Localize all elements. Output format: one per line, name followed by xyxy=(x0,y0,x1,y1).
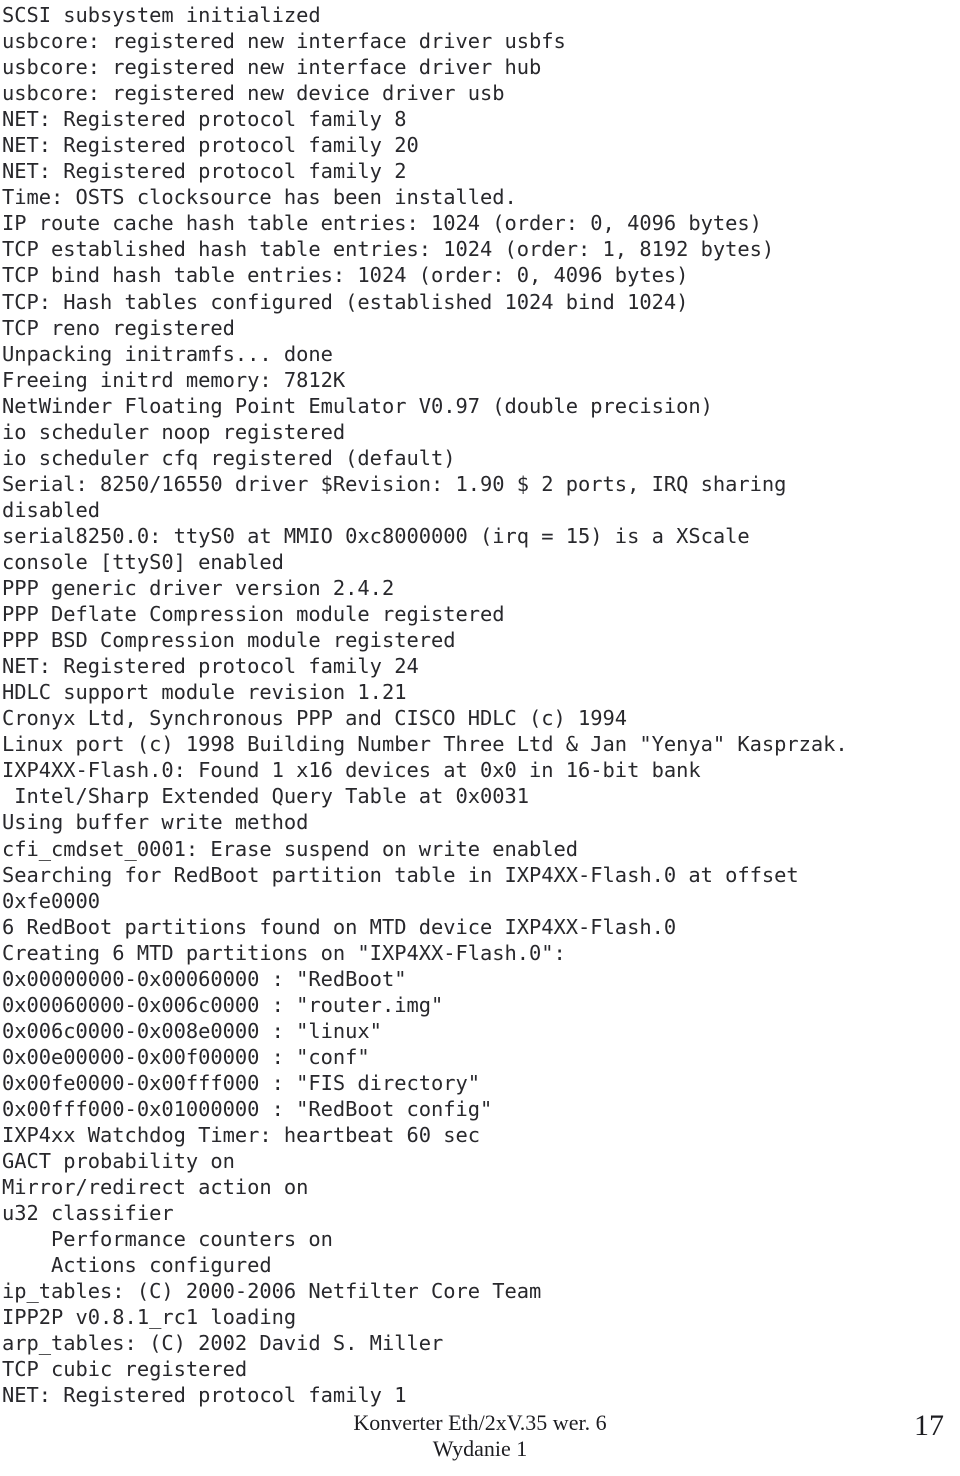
console-log-line: HDLC support module revision 1.21 xyxy=(2,680,407,705)
console-log-line: GACT probability on xyxy=(2,1149,235,1174)
console-log-line: io scheduler noop registered xyxy=(2,419,346,444)
console-log-line: TCP: Hash tables configured (established… xyxy=(2,289,689,314)
console-log-line: Creating 6 MTD partitions on "IXP4XX-Fla… xyxy=(2,940,566,965)
footer-document-title: Konverter Eth/2xV.35 wer. 6 Wydanie 1 xyxy=(0,1410,960,1462)
console-log-line: PPP BSD Compression module registered xyxy=(2,628,456,653)
console-log-line: Unpacking initramfs... done xyxy=(2,341,333,366)
console-log-line: NET: Registered protocol family 24 xyxy=(2,654,419,679)
console-log-line: 0x00fff000-0x01000000 : "RedBoot config" xyxy=(2,1096,493,1121)
console-log-line: NET: Registered protocol family 20 xyxy=(2,133,419,158)
page-footer: Konverter Eth/2xV.35 wer. 6 Wydanie 1 17 xyxy=(0,1396,960,1476)
console-log-line: TCP bind hash table entries: 1024 (order… xyxy=(2,263,689,288)
console-log-line: u32 classifier xyxy=(2,1201,174,1226)
console-log-line: usbcore: registered new interface driver… xyxy=(2,29,566,54)
console-log-line: Linux port (c) 1998 Building Number Thre… xyxy=(2,732,848,757)
console-log-line: Performance counters on xyxy=(2,1227,333,1252)
console-log-line: Freeing initrd memory: 7812K xyxy=(2,367,346,392)
console-log-line: io scheduler cfq registered (default) xyxy=(2,445,456,470)
console-log-line: 0xfe0000 xyxy=(2,888,101,913)
console-log-line: 6 RedBoot partitions found on MTD device… xyxy=(2,914,677,939)
console-log-line: TCP reno registered xyxy=(2,315,235,340)
console-log-line: 0x006c0000-0x008e0000 : "linux" xyxy=(2,1018,382,1043)
console-log-line: PPP generic driver version 2.4.2 xyxy=(2,576,395,601)
console-log-line: IPP2P v0.8.1_rc1 loading xyxy=(2,1305,297,1330)
console-log-line: NET: Registered protocol family 8 xyxy=(2,107,407,132)
console-log-line: disabled xyxy=(2,497,101,522)
console-log-line: Intel/Sharp Extended Query Table at 0x00… xyxy=(2,784,530,809)
console-log-line: NET: Registered protocol family 2 xyxy=(2,159,407,184)
console-log-line: TCP established hash table entries: 1024… xyxy=(2,237,775,262)
console-log-line: SCSI subsystem initialized xyxy=(2,3,321,27)
console-log-line: Actions configured xyxy=(2,1253,272,1278)
console-log-line: TCP cubic registered xyxy=(2,1357,248,1382)
console-log-line: NetWinder Floating Point Emulator V0.97 … xyxy=(2,393,713,418)
console-log-line: arp_tables: (C) 2002 David S. Miller xyxy=(2,1331,444,1356)
console-log-line: PPP Deflate Compression module registere… xyxy=(2,602,505,627)
console-log-line: Serial: 8250/16550 driver $Revision: 1.9… xyxy=(2,471,787,496)
console-log-line: ip_tables: (C) 2000-2006 Netfilter Core … xyxy=(2,1279,542,1304)
console-log-line: IXP4XX-Flash.0: Found 1 x16 devices at 0… xyxy=(2,758,701,783)
console-log-output: SCSI subsystem initialized usbcore: regis… xyxy=(0,0,960,1409)
footer-title-line-1: Konverter Eth/2xV.35 wer. 6 xyxy=(353,1410,607,1435)
console-log-line: 0x00000000-0x00060000 : "RedBoot" xyxy=(2,966,407,991)
console-log-line: Mirror/redirect action on xyxy=(2,1175,309,1200)
console-log-line: 0x00fe0000-0x00fff000 : "FIS directory" xyxy=(2,1070,480,1095)
console-log-line: cfi_cmdset_0001: Erase suspend on write … xyxy=(2,836,579,861)
console-log-line: Cronyx Ltd, Synchronous PPP and CISCO HD… xyxy=(2,706,628,731)
console-log-line: Using buffer write method xyxy=(2,810,309,835)
console-log-line: IP route cache hash table entries: 1024 … xyxy=(2,211,762,236)
console-log-line: 0x00060000-0x006c0000 : "router.img" xyxy=(2,992,444,1017)
console-log-line: usbcore: registered new device driver us… xyxy=(2,81,505,106)
console-log-line: usbcore: registered new interface driver… xyxy=(2,55,542,80)
console-log-line: console [ttyS0] enabled xyxy=(2,549,284,574)
console-log-line: Time: OSTS clocksource has been installe… xyxy=(2,185,517,210)
console-log-line: serial8250.0: ttyS0 at MMIO 0xc8000000 (… xyxy=(2,523,750,548)
footer-title-line-2: Wydanie 1 xyxy=(432,1436,528,1461)
console-log-line: IXP4xx Watchdog Timer: heartbeat 60 sec xyxy=(2,1123,480,1148)
console-log-line: 0x00e00000-0x00f00000 : "conf" xyxy=(2,1044,370,1069)
console-log-line: Searching for RedBoot partition table in… xyxy=(2,862,799,887)
page-number: 17 xyxy=(914,1409,944,1442)
